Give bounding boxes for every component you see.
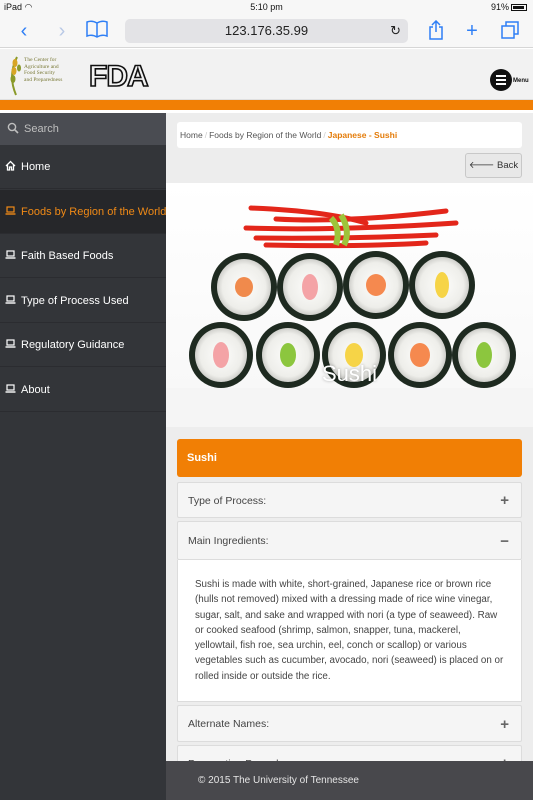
plus-icon[interactable]: + [500,483,509,519]
hero-image: Sushi [166,183,533,427]
url-text: 123.176.35.99 [224,23,309,38]
battery-status: 91% [491,2,527,12]
accordion-title: Main Ingredients: [188,535,269,547]
reload-icon[interactable]: ↻ [390,19,401,43]
sidebar-item-faith-based-foods[interactable]: Faith Based Foods [0,234,166,278]
arrow-left-icon: 🡐 [468,160,495,171]
accordion-main-ingredients[interactable]: Main Ingredients: − [177,521,522,560]
sidebar-item-label: Foods by Region of the World [21,206,167,218]
sidebar-item-label: Regulatory Guidance [21,339,125,351]
hero-caption: Sushi [321,361,378,386]
sidebar-item-type-of-process[interactable]: Type of Process Used [0,279,166,323]
footer: © 2015 The University of Tennessee [166,761,533,800]
sidebar-item-foods-by-region[interactable]: Foods by Region of the World [0,190,166,234]
forward-arrow-icon[interactable]: › [52,20,72,42]
site-header: The Center for Agriculture and Food Secu… [0,49,533,100]
accordion-type-of-process[interactable]: Type of Process: + [177,482,522,518]
sidebar-item-label: Home [21,161,51,173]
sushi-image [166,205,533,427]
plus-icon[interactable]: + [500,706,509,743]
breadcrumb-home[interactable]: Home [180,130,203,140]
sidebar-item-about[interactable]: About [0,368,166,412]
breadcrumb-current: Japanese - Sushi [327,130,398,140]
sidebar-item-label: Type of Process Used [21,295,129,307]
sidebar: Home Foods by Region of the World Faith … [0,113,166,800]
main-ingredients-body: Sushi is made with white, short-grained,… [177,560,522,702]
sidebar-item-label: Faith Based Foods [21,250,114,262]
back-arrow-icon[interactable]: ‹ [14,20,34,42]
sidebar-item-home[interactable]: Home [0,145,166,189]
wheat-icon [10,56,21,96]
address-bar[interactable]: 123.176.35.99 ↻ [125,19,408,43]
center-logo[interactable]: The Center for Agriculture and Food Secu… [6,53,86,97]
status-bar: iPad ◠ 5:10 pm 91% [0,0,533,14]
panel-title: Sushi [177,439,522,477]
svg-text:FDA: FDA [89,60,148,91]
breadcrumb-region[interactable]: Foods by Region of the World [209,130,321,140]
search-input[interactable] [24,119,159,139]
share-icon[interactable] [426,19,446,42]
accordion-alternate-names[interactable]: Alternate Names: + [177,705,522,742]
search-box [0,113,166,145]
sushi-rolls-top [211,251,475,321]
bookmarks-icon[interactable] [84,20,110,42]
header-accent-bar [0,100,533,110]
home-icon [5,160,16,171]
breadcrumb: Home / Foods by Region of the World / Japane… [177,122,522,148]
laptop-icon [5,295,16,304]
laptop-icon [5,206,16,215]
back-button-label: Back [497,160,519,171]
laptop-icon [5,339,16,348]
minus-icon[interactable]: − [500,522,509,561]
laptop-icon [5,250,16,259]
browser-toolbar: ‹ › 123.176.35.99 ↻ + [0,14,533,48]
battery-icon [511,4,527,11]
new-tab-icon[interactable]: + [462,20,482,42]
clock: 5:10 pm [250,2,283,12]
accordion-title: Type of Process: [188,495,267,507]
sidebar-item-label: About [21,384,50,396]
menu-label[interactable]: Menu [513,78,529,84]
sidebar-item-regulatory-guidance[interactable]: Regulatory Guidance [0,323,166,367]
tabs-icon[interactable] [498,20,522,42]
accordion-title: Alternate Names: [188,718,270,730]
fda-logo[interactable]: FDA [88,59,152,91]
center-logo-text: The Center for Agriculture and Food Secu… [24,57,63,83]
main-content: Home / Foods by Region of the World / Japane… [166,113,533,781]
search-icon [7,122,19,134]
laptop-icon [5,384,16,393]
footer-copyright: © 2015 The University of Tennessee [198,775,359,786]
menu-button[interactable] [490,69,512,91]
back-button[interactable]: 🡐 Back [465,153,522,178]
